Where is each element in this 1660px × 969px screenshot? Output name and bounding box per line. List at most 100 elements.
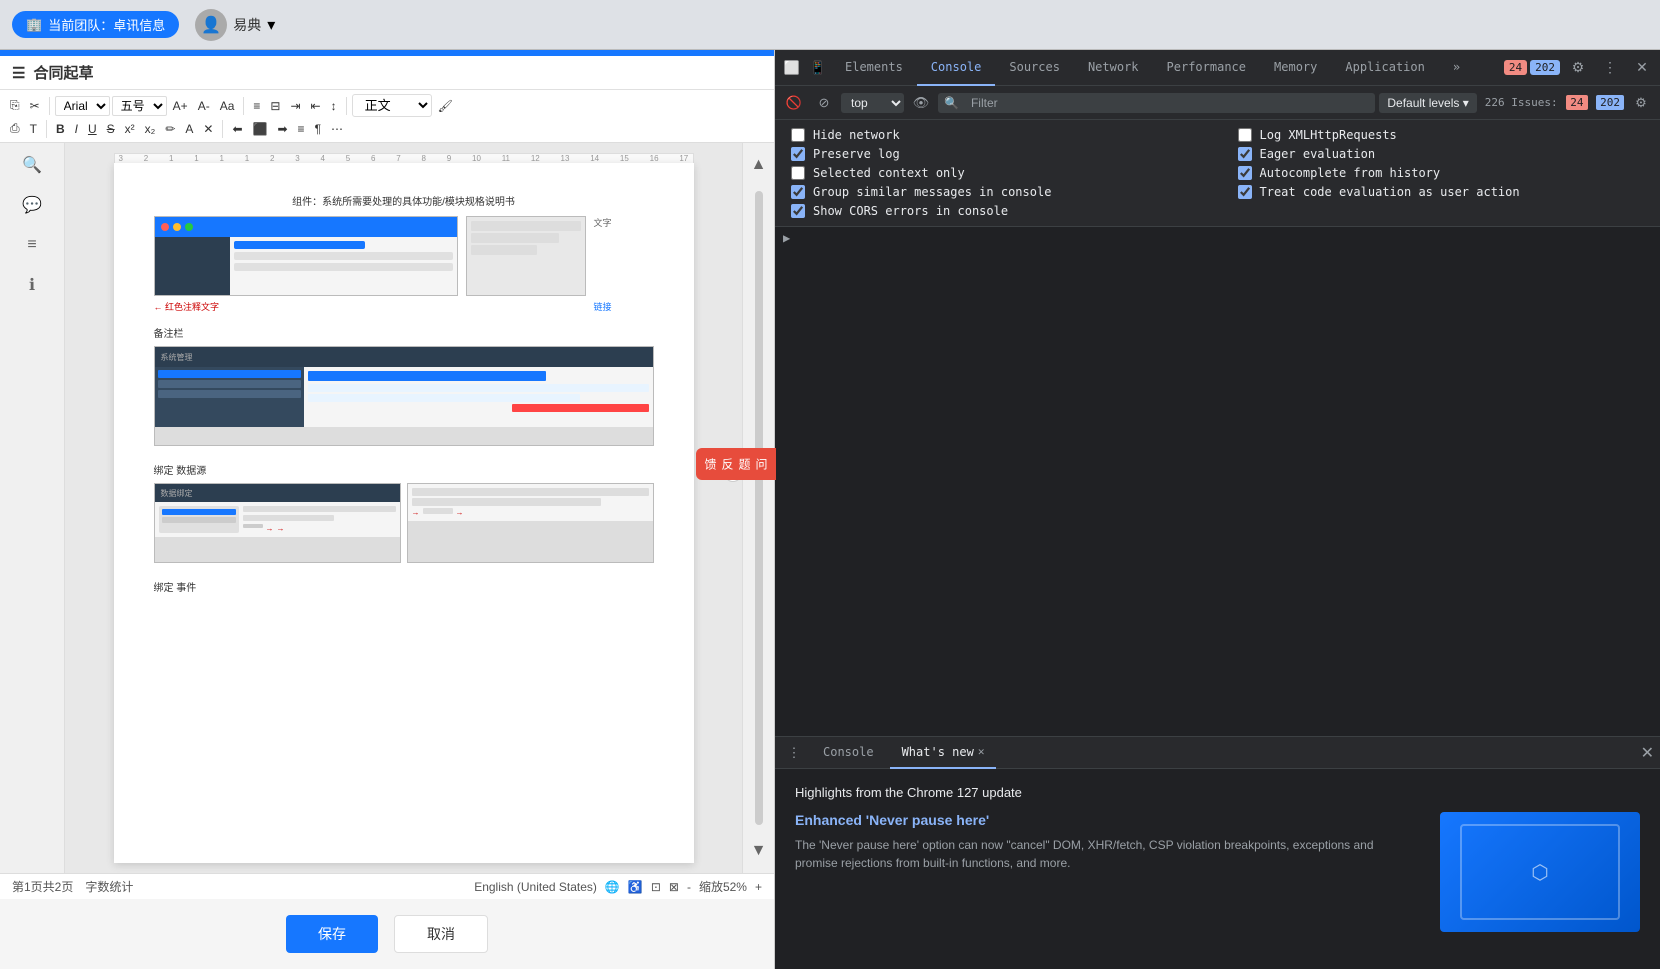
indent-button[interactable]: ⇥ <box>286 97 304 115</box>
settings-icon[interactable]: ⚙ <box>1564 54 1592 82</box>
treat-eval-checkbox[interactable] <box>1238 185 1252 199</box>
selected-context-row[interactable]: Selected context only <box>791 166 1198 180</box>
line-spacing-button[interactable]: ↕ <box>327 97 341 115</box>
cancel-button[interactable]: 取消 <box>394 915 488 953</box>
italic-button[interactable]: I <box>71 120 82 138</box>
more-button[interactable]: ⋯ <box>327 120 347 138</box>
autocomplete-row[interactable]: Autocomplete from history <box>1238 166 1645 180</box>
page-fit-icon[interactable]: ⊡ <box>651 880 661 894</box>
hide-network-checkbox[interactable] <box>791 128 805 142</box>
align-left-button[interactable]: ⬅ <box>228 120 246 138</box>
font-color-button[interactable]: A <box>181 120 197 138</box>
save-button[interactable]: 保存 <box>286 915 378 953</box>
context-selector[interactable]: top <box>841 93 904 113</box>
list-button[interactable]: ≡ <box>249 97 264 115</box>
hamburger-icon[interactable]: ☰ <box>12 64 25 82</box>
text-direction-button[interactable]: ¶ <box>311 120 325 138</box>
tab-more[interactable]: » <box>1439 50 1474 86</box>
filter-input[interactable] <box>963 93 1369 113</box>
show-cors-row[interactable]: Show CORS errors in console <box>791 204 1198 218</box>
font-bigger-button[interactable]: A+ <box>169 97 192 115</box>
font-smaller-button[interactable]: A- <box>194 97 214 115</box>
bottom-tab-console[interactable]: Console <box>811 737 886 769</box>
info-icon[interactable]: ℹ <box>18 271 46 299</box>
format-painter-button[interactable]: 🖌 <box>434 97 457 115</box>
default-levels-button[interactable]: Default levels ▾ <box>1379 93 1476 113</box>
tab-elements[interactable]: Elements <box>831 50 917 86</box>
strikethrough-button[interactable]: S <box>103 120 119 138</box>
align-center-button[interactable]: ⬛ <box>249 120 272 138</box>
tab-memory[interactable]: Memory <box>1260 50 1331 86</box>
scrollbar[interactable] <box>755 191 763 825</box>
cut-button[interactable]: ✂ <box>26 97 44 115</box>
page-width-icon[interactable]: ⊠ <box>669 880 679 894</box>
tab-network[interactable]: Network <box>1074 50 1153 86</box>
font-size-select[interactable]: 五号 <box>112 96 167 116</box>
eye-icon[interactable]: 👁 <box>908 90 934 116</box>
tab-sources[interactable]: Sources <box>995 50 1074 86</box>
tab-console[interactable]: Console <box>917 50 996 86</box>
word-count-label[interactable]: 字数统计 <box>85 878 133 895</box>
font-family-select[interactable]: Arial <box>55 96 110 116</box>
user-area[interactable]: 👤 易典 ▾ <box>195 9 275 41</box>
log-xhr-row[interactable]: Log XMLHttpRequests <box>1238 128 1645 142</box>
paste-text-button[interactable]: T <box>26 120 41 138</box>
justify-button[interactable]: ≡ <box>294 120 309 138</box>
clear-format-button[interactable]: ✕ <box>199 120 217 138</box>
gear-settings-icon[interactable]: ⚙ <box>1628 90 1654 116</box>
bottom-tab-whats-new[interactable]: What's new ✕ <box>890 737 997 769</box>
doc-content-area[interactable]: 32111 12345 678910 1112131415 1617 组件：系统… <box>65 143 742 873</box>
accessibility-icon[interactable]: ♿ <box>628 880 643 894</box>
close-bottom-panel-button[interactable]: ✕ <box>1641 743 1654 763</box>
hide-network-row[interactable]: Hide network <box>791 128 1198 142</box>
feedback-button[interactable]: 问 题 反 馈 <box>696 448 776 480</box>
preserve-log-row[interactable]: Preserve log <box>791 147 1198 161</box>
underline-button[interactable]: U <box>84 120 101 138</box>
expand-button[interactable]: ▶ <box>775 227 1660 249</box>
ellipsis-icon[interactable]: ⋮ <box>1596 54 1624 82</box>
align-right-button[interactable]: ➡ <box>273 120 291 138</box>
scroll-up-icon[interactable]: ▲ <box>745 151 773 179</box>
autocomplete-checkbox[interactable] <box>1238 166 1252 180</box>
language-selector[interactable]: English (United States) <box>474 880 597 894</box>
zoom-in-icon[interactable]: + <box>755 880 762 894</box>
ordered-list-button[interactable]: ⊟ <box>266 97 284 115</box>
console-menu-icon[interactable]: ⋮ <box>781 740 807 766</box>
devtools-main[interactable] <box>775 249 1660 736</box>
superscript-button[interactable]: x² <box>121 120 139 138</box>
treat-eval-row[interactable]: Treat code evaluation as user action <box>1238 185 1645 199</box>
close-devtools-button[interactable]: ✕ <box>1628 54 1656 82</box>
group-similar-checkbox[interactable] <box>791 185 805 199</box>
comment-icon[interactable]: 💬 <box>18 191 46 219</box>
group-similar-row[interactable]: Group similar messages in console <box>791 185 1198 199</box>
highlight-button[interactable]: ✏ <box>161 120 179 138</box>
content-4: → → <box>155 502 400 537</box>
style-dropdown[interactable]: 正文 <box>352 94 432 117</box>
format-icon[interactable]: ≡ <box>18 231 46 259</box>
console-filter-icon[interactable]: ⊘ <box>811 90 837 116</box>
language-icon[interactable]: 🌐 <box>605 880 620 894</box>
zoom-icon[interactable]: 🔍 <box>18 151 46 179</box>
doc-page[interactable]: 组件：系统所需要处理的具体功能/模块规格说明书 <box>114 163 694 863</box>
font-case-button[interactable]: Aa <box>216 97 239 115</box>
devtools-inspect-icon[interactable]: ⬜ <box>779 55 805 81</box>
clear-console-icon[interactable]: 🚫 <box>781 90 807 116</box>
subscript-button[interactable]: x₂ <box>141 120 160 138</box>
show-cors-checkbox[interactable] <box>791 204 805 218</box>
whats-new-close-icon[interactable]: ✕ <box>978 745 985 758</box>
copy-button[interactable]: ⎘ <box>6 96 24 115</box>
paste-button[interactable]: ⎙ <box>6 119 24 138</box>
log-xhr-checkbox[interactable] <box>1238 128 1252 142</box>
selected-context-checkbox[interactable] <box>791 166 805 180</box>
bold-button[interactable]: B <box>52 120 69 138</box>
eager-eval-row[interactable]: Eager evaluation <box>1238 147 1645 161</box>
zoom-out-icon[interactable]: - <box>687 880 691 894</box>
tab-application[interactable]: Application <box>1331 50 1438 86</box>
devtools-device-icon[interactable]: 📱 <box>805 55 831 81</box>
scroll-down-icon[interactable]: ▼ <box>745 837 773 865</box>
eager-eval-checkbox[interactable] <box>1238 147 1252 161</box>
tab-performance[interactable]: Performance <box>1153 50 1260 86</box>
preserve-log-checkbox[interactable] <box>791 147 805 161</box>
team-badge[interactable]: 🏢 当前团队：卓讯信息 <box>12 11 179 38</box>
outdent-button[interactable]: ⇤ <box>307 97 325 115</box>
